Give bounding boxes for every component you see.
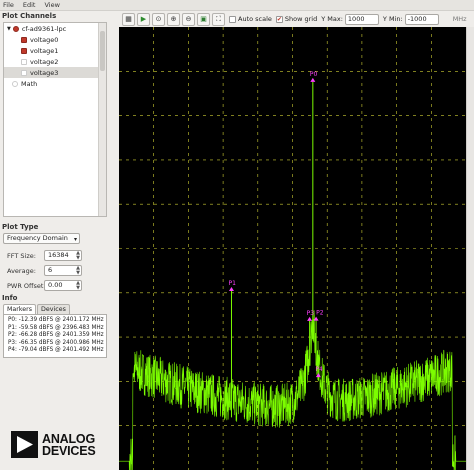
domain-select[interactable]: Frequency Domain ▾ [3, 233, 80, 244]
ymax-label: Y Max: [321, 15, 343, 23]
tree-channel-voltage2[interactable]: voltage2 [4, 56, 106, 67]
channel-tree: ▼ cf-ad9361-lpc voltage0 voltage1 voltag… [3, 22, 107, 217]
domain-value: Frequency Domain [7, 234, 68, 242]
unit-label: MHz [452, 15, 467, 23]
marker-label-p4: P4 [315, 366, 323, 373]
marker-label-p3: P3 [307, 310, 315, 317]
spectrum-canvas[interactable]: P0 P1 P2P3 P4 [119, 27, 466, 470]
marker-readout: P3: -66.35 dBFS @ 2400.986 MHz [8, 339, 104, 346]
logo-text: ANALOG DEVICES [42, 431, 96, 458]
marker-label-p0: P0 [310, 71, 318, 78]
plot-scrollbar[interactable] [466, 27, 474, 470]
single-shot-icon: ⊙ [155, 14, 162, 23]
zoom-in-button[interactable]: ⊕ [167, 12, 180, 26]
info-tabs: Markers Devices [3, 304, 70, 314]
zoom-in-icon: ⊕ [170, 14, 177, 23]
channel-checkbox-voltage1[interactable] [21, 47, 27, 54]
channel-checkbox-voltage2[interactable] [21, 58, 27, 65]
tree-math-row[interactable]: Math [4, 78, 106, 89]
info-title: Info [2, 294, 18, 302]
marker-readout: P2: -66.28 dBFS @ 2401.359 MHz [8, 332, 104, 339]
show-grid-label: Show grid [284, 15, 318, 23]
average-value: 6 [48, 266, 53, 274]
zoom-out-button[interactable]: ⊖ [182, 12, 195, 26]
logo-line1: ANALOG [42, 431, 95, 446]
pwr-offset-label: PWR Offset: [7, 282, 46, 290]
markers-list: P0: -12.39 dBFS @ 2401.172 MHz P1: -59.5… [3, 314, 107, 358]
tree-channel-voltage3[interactable]: voltage3 [4, 67, 106, 78]
menu-file[interactable]: File [3, 1, 14, 9]
run-button[interactable]: ▶ [137, 12, 150, 26]
scroll-thumb[interactable] [100, 31, 105, 71]
plot-type-title: Plot Type [2, 223, 39, 231]
tree-device-row[interactable]: ▼ cf-ad9361-lpc [4, 23, 106, 34]
channel-label: voltage2 [30, 57, 59, 66]
math-checkbox[interactable] [12, 80, 18, 87]
tree-channel-voltage0[interactable]: voltage0 [4, 34, 106, 45]
fft-size-field[interactable]: 16384 ▲ ▼ [44, 250, 82, 261]
channel-checkbox-voltage3[interactable] [21, 69, 27, 76]
expand-arrow-icon[interactable]: ▼ [7, 26, 11, 32]
marker-label-p2: P2 [316, 310, 324, 317]
analog-devices-logo: ANALOG DEVICES [11, 431, 96, 458]
spectrum-plot[interactable]: P0 P1 P2 P3 P4 [119, 27, 466, 470]
marker-readout: P1: -59.58 dBFS @ 2396.483 MHz [8, 324, 104, 331]
device-label: cf-ad9361-lpc [21, 24, 67, 33]
spectrum-trace [119, 310, 466, 470]
pwr-offset-field[interactable]: 0.00 ▲ ▼ [44, 280, 82, 291]
channel-label: voltage3 [30, 68, 59, 77]
average-label: Average: [7, 267, 36, 275]
average-field[interactable]: 6 ▲ ▼ [44, 265, 82, 276]
ymax-input[interactable]: 1000 [344, 13, 379, 25]
play-icon: ▶ [140, 14, 147, 23]
device-checkbox[interactable] [12, 25, 19, 32]
spin-arrows-icon[interactable]: ▲ ▼ [76, 266, 80, 276]
channel-label: voltage0 [30, 35, 59, 44]
tree-channel-voltage1[interactable]: voltage1 [4, 45, 106, 56]
auto-scale-toggle[interactable]: Auto scale [229, 15, 272, 23]
channel-checkbox-voltage0[interactable] [21, 36, 27, 43]
spin-arrows-icon[interactable]: ▲ ▼ [76, 281, 80, 291]
marker-p3 [307, 316, 313, 321]
marker-readout: P0: -12.39 dBFS @ 2401.172 MHz [8, 317, 104, 323]
tab-markers[interactable]: Markers [3, 304, 37, 314]
plot-toolbar: ▦ ▶ ⊙ ⊕ ⊖ ▣ ⛶ Auto scale ✔ Show grid Y M… [119, 11, 474, 27]
tab-devices[interactable]: Devices [37, 304, 70, 314]
show-grid-toggle[interactable]: ✔ Show grid [275, 15, 318, 23]
marker-p0 [310, 77, 316, 82]
fullscreen-button[interactable]: ⛶ [212, 12, 225, 26]
math-label: Math [21, 79, 38, 88]
ymin-input[interactable]: -1000 [404, 13, 439, 25]
spin-arrows-icon[interactable]: ▲ ▼ [76, 251, 80, 261]
ymin-label: Y Min: [382, 15, 403, 23]
channel-label: voltage1 [30, 46, 59, 55]
auto-scale-label: Auto scale [238, 15, 272, 23]
menu-view[interactable]: View [44, 1, 59, 9]
fft-size-value: 16384 [48, 251, 69, 259]
save-image-icon: ▣ [200, 14, 207, 23]
zoom-out-icon: ⊖ [185, 14, 192, 23]
fft-size-label: FFT Size: [7, 252, 36, 260]
fullscreen-icon: ⛶ [216, 14, 221, 23]
auto-scale-checkbox[interactable] [229, 15, 236, 23]
marker-label-p1: P1 [228, 280, 236, 287]
show-grid-checkbox[interactable]: ✔ [275, 15, 283, 23]
save-button[interactable]: ▣ [197, 12, 210, 26]
capture-settings-button[interactable]: ▦ [122, 12, 135, 26]
menu-edit[interactable]: Edit [23, 1, 36, 9]
marker-readout: P4: -79.04 dBFS @ 2401.492 MHz [8, 347, 104, 354]
logo-line2: DEVICES [42, 443, 96, 458]
plot-channels-title: Plot Channels [2, 12, 57, 20]
left-panel: Plot Channels ▼ cf-ad9361-lpc voltage0 v… [0, 11, 119, 470]
grid-icon: ▦ [125, 14, 132, 23]
tree-scrollbar[interactable] [98, 23, 106, 216]
single-shot-button[interactable]: ⊙ [152, 12, 165, 26]
pwr-offset-value: 0.00 [48, 281, 63, 289]
logo-mark-icon [11, 431, 38, 458]
dropdown-arrow-icon: ▾ [73, 236, 77, 243]
marker-p1 [228, 286, 234, 291]
menu-bar: File Edit View [0, 0, 474, 11]
